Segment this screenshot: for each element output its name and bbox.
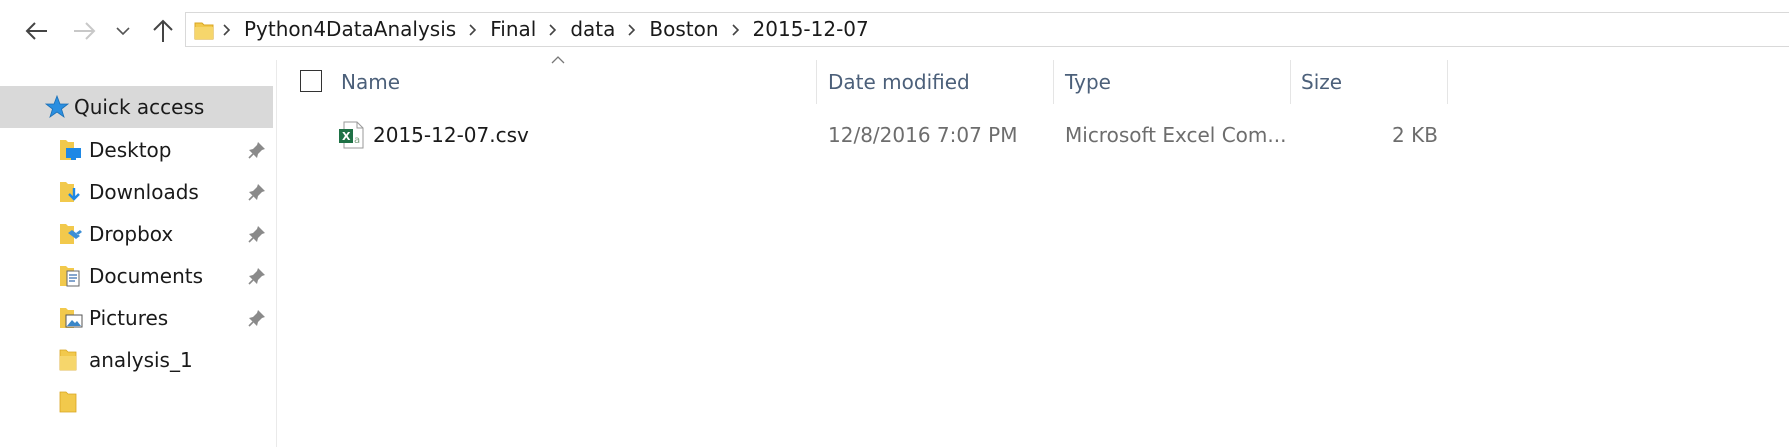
breadcrumb-item[interactable]: 2015-12-07 bbox=[749, 12, 873, 47]
column-header-type[interactable]: Type bbox=[1065, 60, 1111, 104]
sidebar-item-desktop[interactable]: Desktop bbox=[0, 129, 273, 171]
breadcrumb-item[interactable]: Boston bbox=[645, 12, 722, 47]
pin-icon[interactable] bbox=[248, 309, 266, 327]
column-divider[interactable] bbox=[1447, 60, 1448, 104]
select-all-checkbox[interactable] bbox=[300, 70, 322, 92]
recent-locations-button[interactable] bbox=[112, 14, 134, 48]
sidebar-item-label: analysis_1 bbox=[89, 348, 193, 372]
svg-text:X: X bbox=[342, 130, 351, 143]
breadcrumb-item[interactable]: Final bbox=[486, 12, 540, 47]
arrow-left-icon bbox=[25, 22, 47, 40]
excel-csv-file-icon: a X bbox=[339, 121, 364, 149]
dropbox-folder-icon bbox=[60, 224, 82, 244]
arrow-right-icon bbox=[74, 22, 96, 40]
column-header-name[interactable]: Name bbox=[341, 60, 400, 104]
sidebar-item-label: Dropbox bbox=[89, 222, 174, 246]
file-row[interactable]: a X 2015-12-07.csv 12/8/2016 7:07 PM Mic… bbox=[277, 114, 1789, 156]
navigation-pane: Quick access Desktop Downloads Dropbox D… bbox=[0, 60, 276, 447]
column-divider[interactable] bbox=[816, 60, 817, 104]
pictures-folder-icon bbox=[60, 308, 83, 328]
sidebar-item-label: Quick access bbox=[74, 95, 205, 119]
column-header-date-modified[interactable]: Date modified bbox=[828, 60, 970, 104]
folder-icon bbox=[194, 22, 214, 39]
chevron-right-icon[interactable] bbox=[723, 12, 749, 47]
file-name[interactable]: 2015-12-07.csv bbox=[373, 114, 529, 156]
column-header-row: Name Date modified Type Size bbox=[277, 60, 1789, 104]
sidebar-item-label: Documents bbox=[89, 264, 204, 288]
folder-icon bbox=[59, 349, 77, 371]
sidebar-item-pictures[interactable]: Pictures bbox=[0, 297, 273, 339]
file-date-modified: 12/8/2016 7:07 PM bbox=[828, 123, 1018, 147]
pin-icon[interactable] bbox=[248, 225, 266, 243]
sidebar-item-dropbox[interactable]: Dropbox bbox=[0, 213, 273, 255]
sidebar-item-quick-access[interactable]: Quick access bbox=[0, 86, 273, 128]
sidebar-item-label: Pictures bbox=[89, 306, 169, 330]
arrow-up-icon bbox=[153, 19, 173, 42]
column-divider[interactable] bbox=[1053, 60, 1054, 104]
address-bar[interactable]: Python4DataAnalysis Final data Boston 20… bbox=[185, 12, 1789, 47]
documents-folder-icon bbox=[60, 266, 80, 287]
downloads-folder-icon bbox=[60, 182, 80, 202]
column-header-size[interactable]: Size bbox=[1301, 60, 1342, 104]
sidebar-item-documents[interactable]: Documents bbox=[0, 255, 273, 297]
chevron-right-icon[interactable] bbox=[214, 12, 240, 47]
sidebar-item-partial[interactable] bbox=[0, 381, 273, 423]
pin-icon[interactable] bbox=[248, 267, 266, 285]
folder-icon bbox=[59, 391, 77, 413]
svg-text:a: a bbox=[354, 135, 360, 146]
sidebar-item-label: Desktop bbox=[89, 138, 172, 162]
up-button[interactable] bbox=[146, 14, 180, 48]
chevron-right-icon[interactable] bbox=[619, 12, 645, 47]
forward-button[interactable] bbox=[67, 14, 101, 48]
desktop-folder-icon bbox=[60, 140, 81, 160]
breadcrumb-item[interactable]: Python4DataAnalysis bbox=[240, 12, 460, 47]
chevron-right-icon[interactable] bbox=[460, 12, 486, 47]
pin-icon[interactable] bbox=[248, 183, 266, 201]
star-icon bbox=[45, 95, 69, 119]
sidebar-item-downloads[interactable]: Downloads bbox=[0, 171, 273, 213]
pin-icon[interactable] bbox=[248, 141, 266, 159]
sidebar-item-analysis-1[interactable]: analysis_1 bbox=[0, 339, 273, 381]
file-size: 2 KB bbox=[1392, 123, 1438, 147]
sidebar-item-label: Downloads bbox=[89, 180, 199, 204]
back-button[interactable] bbox=[20, 14, 54, 48]
chevron-right-icon[interactable] bbox=[540, 12, 566, 47]
chevron-down-icon bbox=[116, 27, 130, 36]
file-type: Microsoft Excel Com... bbox=[1065, 123, 1287, 147]
breadcrumb-item[interactable]: data bbox=[566, 12, 619, 47]
column-divider[interactable] bbox=[1290, 60, 1291, 104]
